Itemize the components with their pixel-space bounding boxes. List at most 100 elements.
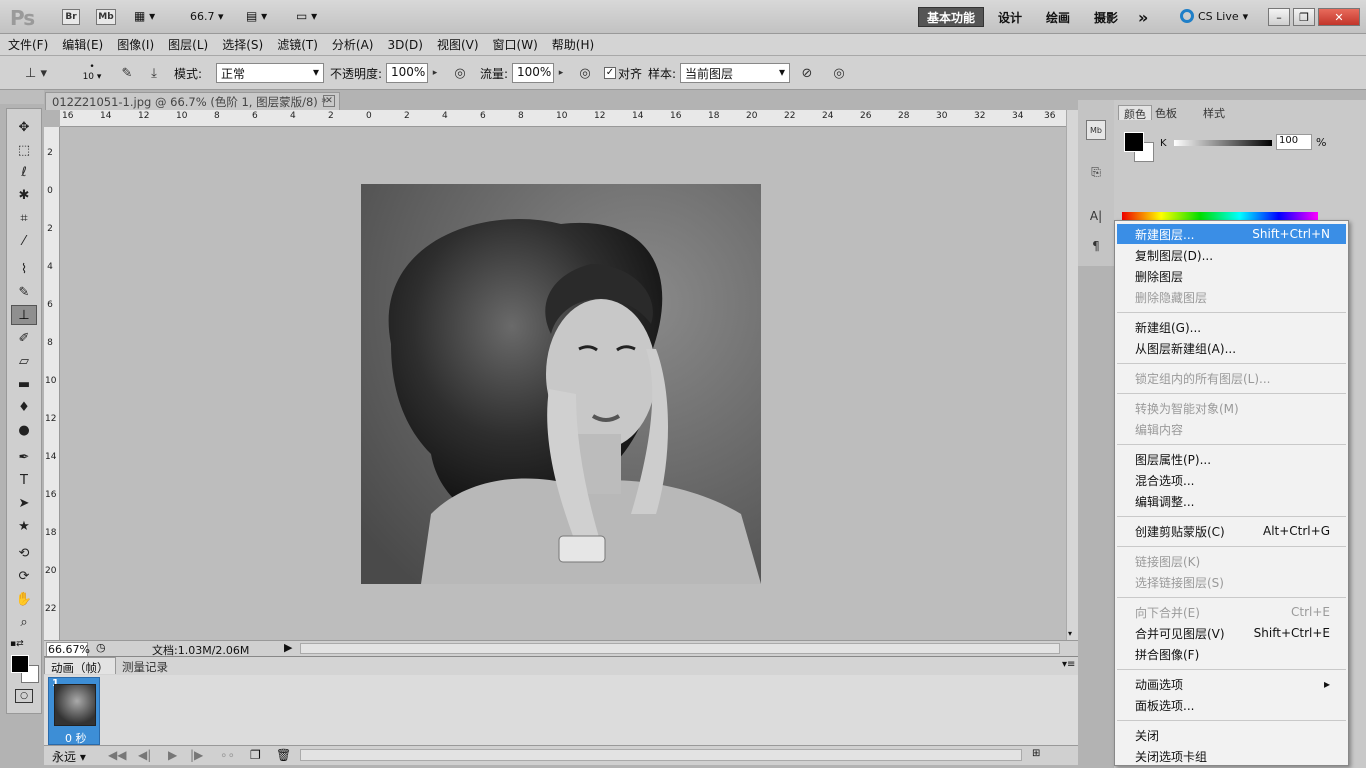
panel-foreground-swatch[interactable] (1124, 132, 1144, 152)
tab-animation-frames[interactable]: 动画（帧） (44, 657, 116, 675)
k-value-input[interactable]: 100 (1276, 134, 1312, 150)
bridge-button[interactable]: Br (62, 9, 80, 25)
tab-color[interactable]: 颜色 (1118, 105, 1152, 121)
tab-measurement-log[interactable]: 测量记录 (116, 657, 174, 674)
vertical-scrollbar[interactable]: ▾ (1066, 110, 1078, 640)
quick-mask-icon[interactable]: ○ (15, 689, 33, 703)
blur-tool-icon[interactable]: ♦ (11, 397, 37, 417)
canvas-area[interactable] (60, 127, 1066, 640)
character-panel-icon[interactable]: A| (1086, 206, 1106, 226)
arrange-documents-dropdown[interactable]: ▤ ▾ (246, 9, 267, 23)
default-colors-icon[interactable]: ▪⇄ (10, 639, 24, 649)
clone-stamp-tool-icon[interactable]: ⊥ (11, 305, 37, 325)
workspace-essentials[interactable]: 基本功能 (918, 7, 985, 27)
more-workspaces-button[interactable]: » (1130, 7, 1156, 27)
status-options-icon[interactable]: ◷ (96, 641, 106, 654)
shape-tool-icon[interactable]: ★ (11, 516, 37, 536)
context-menu-item[interactable]: 合并可见图层(V) Shift+Ctrl+E (1117, 623, 1346, 643)
status-zoom-field[interactable]: 66.67% (46, 642, 90, 657)
foreground-color-swatch[interactable] (11, 655, 29, 673)
context-menu-item[interactable]: 混合选项... (1117, 470, 1346, 490)
context-menu-item[interactable]: 关闭选项卡组 (1117, 746, 1346, 766)
airbrush-icon[interactable]: ◎ (574, 63, 596, 83)
context-menu-item[interactable]: 创建剪贴蒙版(C) Alt+Ctrl+G (1117, 521, 1346, 541)
menu-image[interactable]: 图像(I) (117, 36, 154, 53)
pressure-opacity-icon[interactable]: ◎ (449, 63, 471, 83)
minimize-button[interactable]: – (1268, 8, 1290, 26)
context-menu-item[interactable]: 新建组(G)... (1117, 317, 1346, 337)
context-menu-item[interactable]: 关闭 (1117, 725, 1346, 745)
context-menu-item[interactable]: 新建图层... Shift+Ctrl+N (1117, 224, 1346, 244)
toolbox-header[interactable] (0, 90, 44, 104)
animation-frame-1[interactable]: 1 0 秒 (48, 677, 100, 745)
context-menu-item[interactable]: 编辑调整... (1117, 491, 1346, 511)
cs-live-button[interactable]: CS Live ▾ (1180, 9, 1248, 23)
k-slider[interactable] (1174, 140, 1272, 146)
brush-panel-toggle-icon[interactable]: ✎ (116, 63, 138, 83)
eyedropper-tool-icon[interactable]: ⁄ (11, 231, 37, 251)
panel-menu-icon[interactable]: ▾≡ (1062, 659, 1075, 670)
tab-styles[interactable]: 样式 (1198, 105, 1230, 120)
paragraph-panel-icon[interactable]: ¶ (1086, 236, 1106, 256)
frame-delay[interactable]: 0 秒 (65, 730, 87, 746)
menu-view[interactable]: 视图(V) (437, 36, 479, 53)
path-selection-tool-icon[interactable]: ➤ (11, 493, 37, 513)
dodge-tool-icon[interactable]: ● (11, 420, 37, 440)
document-tab[interactable]: 012Z21051-1.jpg @ 66.7% (色阶 1, 图层蒙版/8) *… (45, 92, 340, 110)
close-document-icon[interactable]: ✕ (323, 95, 335, 107)
eraser-tool-icon[interactable]: ▱ (11, 351, 37, 371)
lasso-tool-icon[interactable]: ℓ (11, 162, 37, 182)
menu-3d[interactable]: 3D(D) (387, 38, 422, 52)
screen-mode-dropdown[interactable]: ▭ ▾ (296, 9, 317, 23)
gradient-tool-icon[interactable]: ▬ (11, 374, 37, 394)
hand-tool-icon[interactable]: ✋ (11, 589, 37, 609)
horizontal-scrollbar[interactable] (300, 643, 1060, 654)
ignore-adjustment-layers-icon[interactable]: ⊘ (796, 63, 818, 83)
brush-picker[interactable]: • 10 ▾ (72, 62, 112, 86)
workspace-photography[interactable]: 摄影 (1086, 7, 1126, 27)
status-menu-arrow-icon[interactable]: ▶ (284, 641, 292, 654)
align-checkbox[interactable]: ✓ (604, 67, 616, 79)
frames-scrollbar[interactable] (300, 749, 1022, 761)
quick-selection-tool-icon[interactable]: ✱ (11, 185, 37, 205)
pen-tool-icon[interactable]: ✒ (11, 447, 37, 467)
flow-input[interactable]: 100% (512, 63, 554, 83)
mini-bridge-button[interactable]: Mb (96, 9, 116, 25)
menu-window[interactable]: 窗口(W) (493, 36, 538, 53)
duplicate-frame-icon[interactable]: ❐ (250, 748, 261, 762)
tab-swatches[interactable]: 色板 (1150, 105, 1182, 120)
restore-button[interactable]: ❐ (1293, 8, 1315, 26)
play-icon[interactable]: ▶ (168, 748, 177, 762)
context-menu-item[interactable]: 删除图层 (1117, 266, 1346, 286)
menu-analysis[interactable]: 分析(A) (332, 36, 374, 53)
clone-source-panel-icon[interactable]: ⤓ (143, 63, 165, 83)
next-frame-icon[interactable]: |▶ (190, 748, 203, 762)
pressure-size-icon[interactable]: ◎ (828, 63, 850, 83)
menu-filter[interactable]: 滤镜(T) (277, 36, 318, 53)
previous-frame-icon[interactable]: ◀| (138, 748, 151, 762)
zoom-tool-icon[interactable]: ⌕ (11, 612, 37, 632)
sample-select[interactable]: 当前图层 ▾ (680, 63, 790, 83)
convert-to-timeline-icon[interactable]: ⊞ (1032, 748, 1040, 759)
context-menu-item[interactable]: 动画选项 ▸ (1117, 674, 1346, 694)
zoom-level-dropdown[interactable]: 66.7 ▾ (190, 10, 224, 23)
menu-help[interactable]: 帮助(H) (552, 36, 594, 53)
brush-tool-icon[interactable]: ✎ (11, 282, 37, 302)
move-tool-icon[interactable]: ✥ (11, 117, 37, 137)
menu-layer[interactable]: 图层(L) (168, 36, 208, 53)
close-window-button[interactable]: ✕ (1318, 8, 1360, 26)
marquee-tool-icon[interactable]: ⬚ (11, 140, 37, 160)
tool-preset-picker[interactable]: ⊥ ▾ (18, 63, 54, 83)
healing-brush-tool-icon[interactable]: ⌇ (11, 259, 37, 279)
opacity-slider-toggle[interactable]: ▸ (428, 63, 442, 83)
delete-frame-icon[interactable]: 🗑 (276, 748, 291, 762)
history-panel-icon[interactable]: ⎘ (1086, 162, 1106, 182)
context-menu-item[interactable]: 复制图层(D)... (1117, 245, 1346, 265)
opacity-input[interactable]: 100% (386, 63, 428, 83)
history-brush-tool-icon[interactable]: ✐ (11, 328, 37, 348)
menu-edit[interactable]: 编辑(E) (62, 36, 103, 53)
3d-rotate-tool-icon[interactable]: ⟲ (11, 543, 37, 563)
context-menu-item[interactable]: 拼合图像(F) (1117, 644, 1346, 664)
view-extras-dropdown[interactable]: ▦ ▾ (134, 9, 166, 25)
context-menu-item[interactable]: 图层属性(P)... (1117, 449, 1346, 469)
